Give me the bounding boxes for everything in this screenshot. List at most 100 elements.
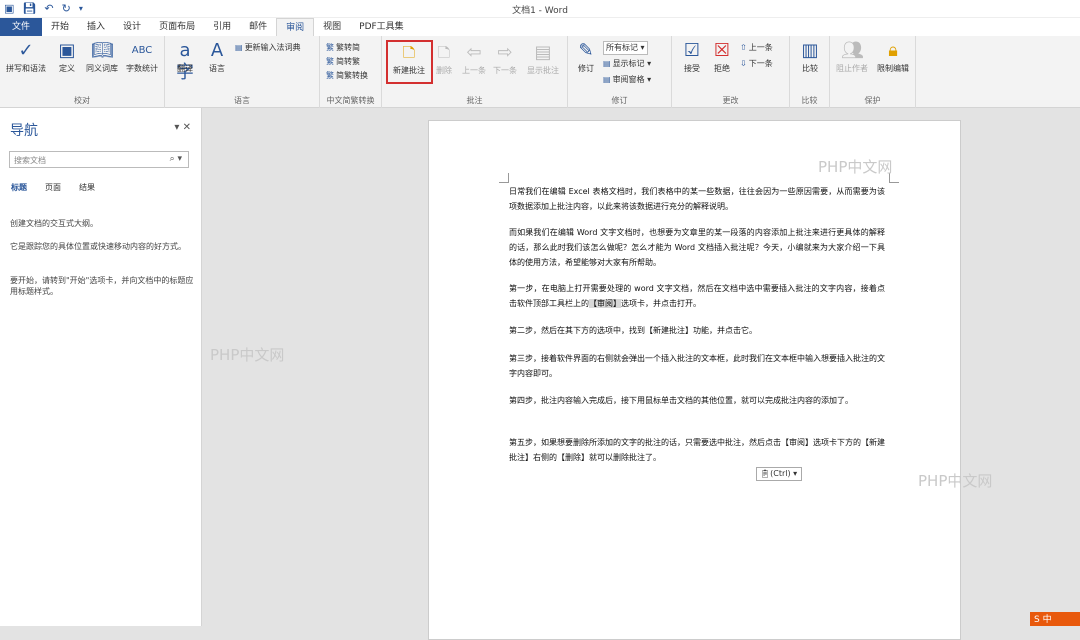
define-icon: ▣ [58,40,76,61]
accept-button[interactable]: ☑ 接受 [678,40,706,74]
convert-icon: 繁 [326,71,334,80]
margin-mark-left [499,173,509,183]
delete-comment-button[interactable]: 🗅︎ 删除 [432,42,456,76]
group-chinese-conversion: 繁繁转简 繁简转繁 繁简繁转换 中文简繁转换 [320,36,382,108]
paragraph-6[interactable]: 第四步，批注内容输入完成后，接下用鼠标单击文档的其他位置，就可以完成批注内容的添… [509,393,885,408]
block-authors-icon: 👥︎ [841,40,864,61]
tab-references[interactable]: 引用 [204,18,240,36]
title-bar: ▣ 💾︎ ↶ ↻ ▾ 文档1 - Word [0,0,1080,18]
tab-design[interactable]: 设计 [114,18,150,36]
next-change-icon: ⇩ [740,59,747,68]
track-changes-button[interactable]: ✎ 修订 [572,40,600,74]
watermark: PHP中文网 [210,346,285,364]
spell-check-button[interactable]: ✓ 拼写和语法 [3,40,49,74]
navigation-pane: 导航 ▾ ✕ 搜索文档 ⌕ ▾ 标题 页面 结果 创建文档的交互式大纲。 它是跟踪… [0,108,202,626]
review-pane-button[interactable]: ▤ 审阅窗格 ▾ [603,74,651,86]
previous-change-button[interactable]: ⇧ 上一条 [740,42,773,54]
tab-layout[interactable]: 页面布局 [150,18,204,36]
trad-to-simp-icon: 繁 [326,43,334,52]
tab-mailings[interactable]: 邮件 [240,18,276,36]
language-icon: A [210,40,224,61]
watermark: PHP中文网 [818,158,893,176]
previous-comment-button[interactable]: ⇦ 上一条 [459,42,489,76]
new-comment-highlight [386,40,433,84]
navigation-tabs: 标题 页面 结果 [11,182,95,193]
previous-change-icon: ⇧ [740,43,747,52]
ribbon-tabs: 文件 开始 插入 设计 页面布局 引用 邮件 审阅 视图 PDF工具集 [0,18,1080,36]
next-comment-button[interactable]: ⇨ 下一条 [490,42,520,76]
group-changes: ☑ 接受 ☒ 拒绝 ⇧ 上一条 ⇩ 下一条 更改 [672,36,790,108]
restrict-editing-button[interactable]: 🔒︎ 限制编辑 [872,40,914,74]
navigation-title: 导航 [10,123,38,139]
language-button[interactable]: A 语言 [202,40,232,74]
show-markup-button[interactable]: ▤ 显示标记 ▾ [603,58,651,70]
reject-icon: ☒ [713,40,731,61]
delete-comment-icon: 🗅︎ [437,42,451,63]
group-tracking: ✎ 修订 所有标记 ▾ ▤ 显示标记 ▾ ▤ 审阅窗格 ▾ 修订 [568,36,672,108]
simp-to-trad-icon: 繁 [326,57,334,66]
simp-trad-convert-button[interactable]: 繁简繁转换 [326,70,368,82]
paragraph-1[interactable]: 日常我们在编辑 Excel 表格文档时，我们表格中的某一些数据，往往会因为一些原… [509,184,885,214]
nav-tab-headings[interactable]: 标题 [11,182,27,193]
reject-button[interactable]: ☒ 拒绝 [708,40,736,74]
compare-icon: ▥ [801,40,819,61]
update-ime-dictionary-button[interactable]: ▤ 更新输入法词典 [235,42,301,54]
nav-help-text-1: 创建文档的交互式大纲。 [10,219,98,228]
show-markup-icon: ▤ [603,59,611,68]
search-icon[interactable]: ⌕ ▾ [170,154,182,164]
translate-icon: a字 [176,40,194,83]
document-canvas: 日常我们在编辑 Excel 表格文档时，我们表格中的某一些数据，往往会因为一些原… [202,108,1080,640]
tab-home[interactable]: 开始 [42,18,78,36]
ime-logo: S 中 [1030,612,1080,626]
close-icon[interactable]: ✕ [183,122,191,133]
tab-view[interactable]: 视图 [314,18,350,36]
window-title: 文档1 - Word [512,6,568,16]
spell-check-icon: ✓ [18,40,34,61]
paste-options-button[interactable]: 📋︎(Ctrl) ▾ [756,467,802,481]
tab-pdf-tools[interactable]: PDF工具集 [350,18,413,36]
ribbon: ✓ 拼写和语法 ▣ 定义 📖︎ 同义词库 ABC 字数统计 校对 a字 翻译 A 语言 ▤ 更… [0,36,1080,108]
compare-button[interactable]: ▥ 比较 [795,40,825,74]
show-comments-button[interactable]: ▤ 显示批注 [522,42,564,76]
group-protect: 👥︎ 阻止作者 🔒︎ 限制编辑 保护 [830,36,916,108]
paragraph-7[interactable]: 第五步，如果想要删除所添加的文字的批注的话，只需要选中批注，然后点击【审阅】选项… [509,435,885,465]
search-document-input[interactable]: 搜索文档 ⌕ ▾ [9,151,189,168]
pane-options-icon[interactable]: ▾ [174,122,179,133]
word-count-button[interactable]: ABC 字数统计 [122,40,162,74]
next-comment-icon: ⇨ [497,42,513,63]
selected-text: 【审阅】 [589,299,621,308]
previous-comment-icon: ⇦ [466,42,482,63]
block-authors-button[interactable]: 👥︎ 阻止作者 [832,40,872,74]
navigation-pane-controls: ▾ ✕ [174,122,191,133]
tab-insert[interactable]: 插入 [78,18,114,36]
simp-to-trad-button[interactable]: 繁简转繁 [326,56,360,68]
review-pane-icon: ▤ [603,75,611,84]
group-compare: ▥ 比较 比较 [790,36,830,108]
translate-button[interactable]: a字 翻译 [170,40,200,83]
group-language: a字 翻译 A 语言 ▤ 更新输入法词典 语言 [165,36,320,108]
markup-select[interactable]: 所有标记 ▾ [603,41,648,55]
paragraph-3[interactable]: 第一步，在电脑上打开需要处理的 word 文字文档，然后在文档中选中需要插入批注… [509,281,885,311]
paragraph-5[interactable]: 第三步，接着软件界面的右侧就会弹出一个插入批注的文本框，此时我们在文本框中输入想… [509,351,885,381]
tab-review[interactable]: 审阅 [276,18,315,36]
define-button[interactable]: ▣ 定义 [54,40,80,74]
lock-icon: 🔒︎ [888,40,898,61]
tab-file[interactable]: 文件 [0,18,43,36]
paragraph-4[interactable]: 第二步，然后在其下方的选项中，找到【新建批注】功能，并点击它。 [509,323,885,338]
word-count-icon: ABC [131,45,153,56]
track-changes-icon: ✎ [578,40,594,61]
clipboard-icon: 📋︎ [760,469,771,478]
document-page[interactable]: 日常我们在编辑 Excel 表格文档时，我们表格中的某一些数据，往往会因为一些原… [428,120,961,640]
nav-tab-results[interactable]: 结果 [79,182,95,193]
watermark: PHP中文网 [918,472,993,490]
nav-tab-pages[interactable]: 页面 [45,182,61,193]
nav-help-text-2: 它是跟踪您的具体位置或快速移动内容的好方式。 [10,242,186,251]
thesaurus-icon: 📖︎ [91,40,114,61]
nav-help-text-3: 要开始，请转到"开始"选项卡，并向文档中的标题应用标题样式。 [10,276,194,296]
thesaurus-button[interactable]: 📖︎ 同义词库 [84,40,120,74]
next-change-button[interactable]: ⇩ 下一条 [740,58,773,70]
group-proofing: ✓ 拼写和语法 ▣ 定义 📖︎ 同义词库 ABC 字数统计 校对 [0,36,165,108]
paragraph-2[interactable]: 而如果我们在编辑 Word 文字文档时，也想要为文章里的某一段落的内容添加上批注… [509,225,885,270]
trad-to-simp-button[interactable]: 繁繁转简 [326,42,360,54]
dictionary-icon: ▤ [235,43,243,52]
